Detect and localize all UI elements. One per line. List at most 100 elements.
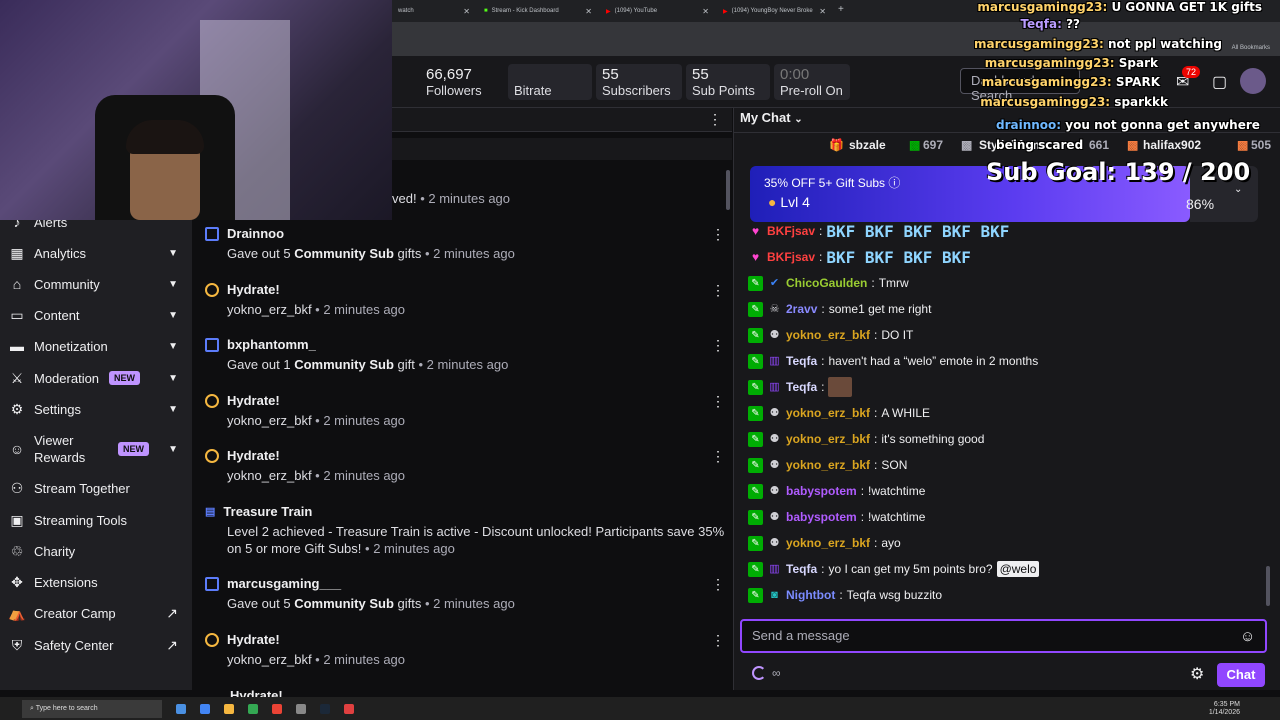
- chat-username[interactable]: Teqfa: [786, 354, 817, 368]
- colon: :: [871, 276, 875, 290]
- overlay-user: marcusgamingg23:: [981, 75, 1112, 89]
- app-icon[interactable]: [344, 703, 354, 714]
- sidebar-item-viewer-rewards[interactable]: ☺ Viewer Rewards NEW ▼: [0, 430, 192, 468]
- feed-time: 2 minutes ago: [323, 652, 406, 667]
- browser-tab[interactable]: ▶ (1094) YoungBoy Never Broke ✕: [717, 2, 832, 20]
- more-options-icon[interactable]: ⋮: [711, 226, 725, 243]
- sidebar-item-moderation[interactable]: ⚔ Moderation NEW ▼: [0, 364, 192, 392]
- chevron-down-icon: ▼: [168, 247, 178, 259]
- mod-badge-icon: ✎: [748, 379, 763, 395]
- chat-username[interactable]: 2ravv: [786, 302, 817, 316]
- gift-icon: [205, 576, 219, 591]
- chat-username[interactable]: yokno_erz_bkf: [786, 432, 870, 446]
- feed-scrollbar[interactable]: [726, 170, 730, 210]
- feed-partial-title: Hydrate!: [230, 688, 283, 697]
- mod-badge-icon: ✎: [748, 509, 763, 525]
- whispers-icon[interactable]: ▢: [1212, 72, 1227, 92]
- sidebar-item-extensions[interactable]: ✥ Extensions: [0, 568, 192, 596]
- more-options-icon[interactable]: ⋮: [711, 632, 725, 649]
- sidebar-item-stream-together[interactable]: ⚇ Stream Together: [0, 474, 192, 502]
- close-tab-icon[interactable]: ✕: [819, 7, 832, 16]
- feed-username[interactable]: Drainnoo: [227, 226, 284, 241]
- gear-icon[interactable]: ⚙: [1190, 664, 1204, 684]
- emote-image: [828, 377, 853, 397]
- info-icon[interactable]: ⓘ: [888, 176, 900, 190]
- sidebar-item-charity[interactable]: ♲ Charity: [0, 537, 192, 565]
- browser-tab[interactable]: ▶ (1094) YouTube ✕: [600, 2, 715, 20]
- feed-text: yokno_erz_bkf: [227, 468, 312, 483]
- more-options-icon[interactable]: ⋮: [708, 111, 722, 128]
- taskbar-search[interactable]: ⌕ Type here to search: [22, 699, 162, 718]
- chat-username[interactable]: yokno_erz_bkf: [786, 536, 870, 550]
- chat-username[interactable]: Teqfa: [786, 562, 817, 576]
- chat-username[interactable]: yokno_erz_bkf: [786, 458, 870, 472]
- close-tab-icon[interactable]: ✕: [585, 7, 598, 16]
- gifter-name[interactable]: sbzale: [849, 138, 886, 152]
- app-icon[interactable]: [296, 703, 306, 714]
- chat-header[interactable]: My Chat ⌄: [740, 110, 803, 125]
- close-tab-icon[interactable]: ✕: [702, 7, 715, 16]
- chat-input[interactable]: Send a message: [740, 619, 1267, 653]
- browser-tab[interactable]: watch ✕: [392, 2, 476, 20]
- chat-username[interactable]: ChicoGaulden: [786, 276, 867, 290]
- feed-username[interactable]: marcusgaming___: [227, 576, 341, 591]
- overlay-text: SPARK: [1115, 75, 1160, 89]
- more-options-icon[interactable]: ⋮: [711, 393, 725, 410]
- bot-badge-icon: ◙: [771, 588, 778, 601]
- feed-time: 2 minutes ago: [426, 357, 509, 372]
- sidebar-item-label: Monetization: [34, 338, 108, 354]
- chat-text: !watchtime: [868, 484, 926, 498]
- chat-username[interactable]: yokno_erz_bkf: [786, 406, 870, 420]
- colon: :: [874, 458, 878, 472]
- sidebar-item-analytics[interactable]: ▦ Analytics ▼: [0, 239, 192, 267]
- feed-partial-item: ved! • 2 minutes ago: [392, 191, 510, 206]
- browser-tab[interactable]: ■ Stream - Kick Dashboard ✕: [478, 2, 598, 20]
- overlay-text: Spark: [1118, 56, 1158, 70]
- sub-badge-icon: ⚉: [769, 484, 780, 497]
- new-tab-icon[interactable]: +: [838, 4, 844, 15]
- overlay-text: U GONNA GET 1K gifts: [1111, 0, 1262, 14]
- sidebar-item-settings[interactable]: ⚙ Settings ▼: [0, 395, 192, 423]
- close-tab-icon[interactable]: ✕: [463, 7, 476, 16]
- more-options-icon[interactable]: ⋮: [711, 576, 725, 593]
- feed-username[interactable]: bxphantomm_: [227, 337, 316, 352]
- sub-badge-icon: ▥: [769, 562, 780, 575]
- chat-username[interactable]: BKFjsav: [767, 224, 815, 238]
- app-icon[interactable]: [272, 703, 282, 714]
- sidebar-item-safety-center[interactable]: ⛨ Safety Center ↗: [0, 631, 192, 659]
- sub-badge-icon: ▥: [769, 380, 780, 393]
- separator: •: [311, 302, 324, 317]
- steam-icon[interactable]: [320, 703, 330, 714]
- sidebar-item-monetization[interactable]: ▬ Monetization ▼: [0, 332, 192, 360]
- folder-icon[interactable]: [224, 703, 234, 714]
- more-options-icon[interactable]: ⋮: [711, 282, 725, 299]
- chat-username[interactable]: babyspotem: [786, 510, 857, 524]
- emoji-icon[interactable]: ☺: [1240, 628, 1255, 645]
- sidebar-item-creator-camp[interactable]: ⛺ Creator Camp ↗: [0, 599, 192, 627]
- more-options-icon[interactable]: ⋮: [711, 448, 725, 465]
- chat-scrollbar[interactable]: [1266, 566, 1270, 606]
- more-options-icon[interactable]: ⋮: [711, 337, 725, 354]
- app-icon[interactable]: [248, 703, 258, 714]
- chat-send-button[interactable]: Chat: [1217, 663, 1265, 687]
- sidebar-item-streaming-tools[interactable]: ▣ Streaming Tools: [0, 506, 192, 534]
- chat-message: ♥ BKFjsav: BKF BKF BKF BKF BKF: [748, 220, 1009, 242]
- sidebar-item-content[interactable]: ▭ Content ▼: [0, 301, 192, 329]
- sidebar-item-community[interactable]: ⌂ Community ▼: [0, 270, 192, 298]
- chat-emotes: BKF BKF BKF BKF: [826, 247, 971, 267]
- chat-username[interactable]: Teqfa: [786, 380, 817, 394]
- channel-points-icon[interactable]: [752, 666, 766, 680]
- avatar[interactable]: [1240, 68, 1266, 94]
- chrome-icon[interactable]: [200, 703, 210, 714]
- colon: :: [821, 562, 825, 576]
- sub-badge-icon: ▥: [769, 354, 780, 367]
- taskbar-clock[interactable]: 6:35 PM 1/14/2026: [1209, 701, 1240, 717]
- chat-username[interactable]: babyspotem: [786, 484, 857, 498]
- all-bookmarks[interactable]: All Bookmarks: [1232, 45, 1270, 51]
- sub-badge-icon: ⚉: [769, 328, 780, 341]
- app-icon[interactable]: [176, 703, 186, 714]
- chat-username[interactable]: yokno_erz_bkf: [786, 328, 870, 342]
- mention[interactable]: @welo: [996, 561, 1040, 577]
- chat-username[interactable]: Nightbot: [786, 588, 835, 602]
- chat-username[interactable]: BKFjsav: [767, 250, 815, 264]
